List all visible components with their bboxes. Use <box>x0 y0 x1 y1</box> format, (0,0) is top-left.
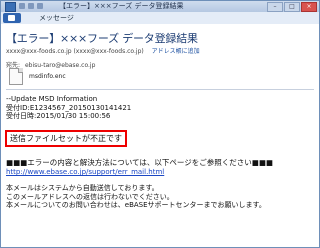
message-content: 【エラー】×××フーズ データ登録結果 xxxx@xxx-foods.co.jp… <box>1 24 319 247</box>
maximize-button[interactable]: □ <box>284 2 300 12</box>
header-divider <box>6 89 314 90</box>
redo-icon[interactable] <box>37 3 43 9</box>
minimize-button[interactable]: – <box>267 2 283 12</box>
file-tab[interactable] <box>3 13 21 23</box>
email-window: 【エラー】×××フーズ データ登録結果 – □ × メッセージ 【エラー】×××… <box>0 0 320 248</box>
auto-line: 本メールについてのお問い合わせは、eBASEサポートセンターまでお願いします。 <box>6 201 266 209</box>
error-message: 送信ファイルセットが不正です <box>5 130 127 147</box>
body-line: --Update MSD Information <box>6 95 98 103</box>
notice-text: ■■■エラーの内容と解決方法については、以下ページをご参照ください■■■ <box>6 158 273 167</box>
outlook-app-icon[interactable] <box>5 2 16 12</box>
auto-line: このメールアドレスへの返信は行わないでください。 <box>6 192 174 201</box>
attachment[interactable]: msdinfo.enc <box>9 68 66 85</box>
support-link[interactable]: http://www.ebase.co.jp/support/err_mail.… <box>6 168 164 176</box>
save-icon[interactable] <box>19 3 25 9</box>
body-info: --Update MSD Information 受付ID:E1234567_2… <box>6 95 131 121</box>
body-line: 受付ID:E1234567_20150130141421 <box>6 103 132 112</box>
auto-message: 本メールはシステムから自動送信しております。 このメールアドレスへの返信は行わな… <box>6 184 266 210</box>
title-bar: 【エラー】×××フーズ データ登録結果 – □ × <box>1 1 319 12</box>
file-menu-icon <box>8 15 15 21</box>
file-icon <box>9 68 23 85</box>
auto-line: 本メールはシステムから自動送信しております。 <box>6 184 159 192</box>
attachment-name: msdinfo.enc <box>29 73 66 80</box>
tab-message[interactable]: メッセージ <box>39 12 74 24</box>
window-controls: – □ × <box>267 2 317 12</box>
undo-icon[interactable] <box>28 3 34 9</box>
sender-line: xxxx@xxx-foods.co.jp (xxxx@xxx-foods.co.… <box>6 46 200 55</box>
close-button[interactable]: × <box>301 2 317 12</box>
add-to-address-book-link[interactable]: アドレス帳に追加 <box>152 48 200 55</box>
sender-address[interactable]: xxxx@xxx-foods.co.jp (xxxx@xxx-foods.co.… <box>6 48 144 55</box>
window-title: 【エラー】×××フーズ データ登録結果 <box>59 2 184 10</box>
email-subject: 【エラー】×××フーズ データ登録結果 <box>6 32 198 45</box>
body-line: 受付日時:2015/01/30 15:00:56 <box>6 112 111 120</box>
